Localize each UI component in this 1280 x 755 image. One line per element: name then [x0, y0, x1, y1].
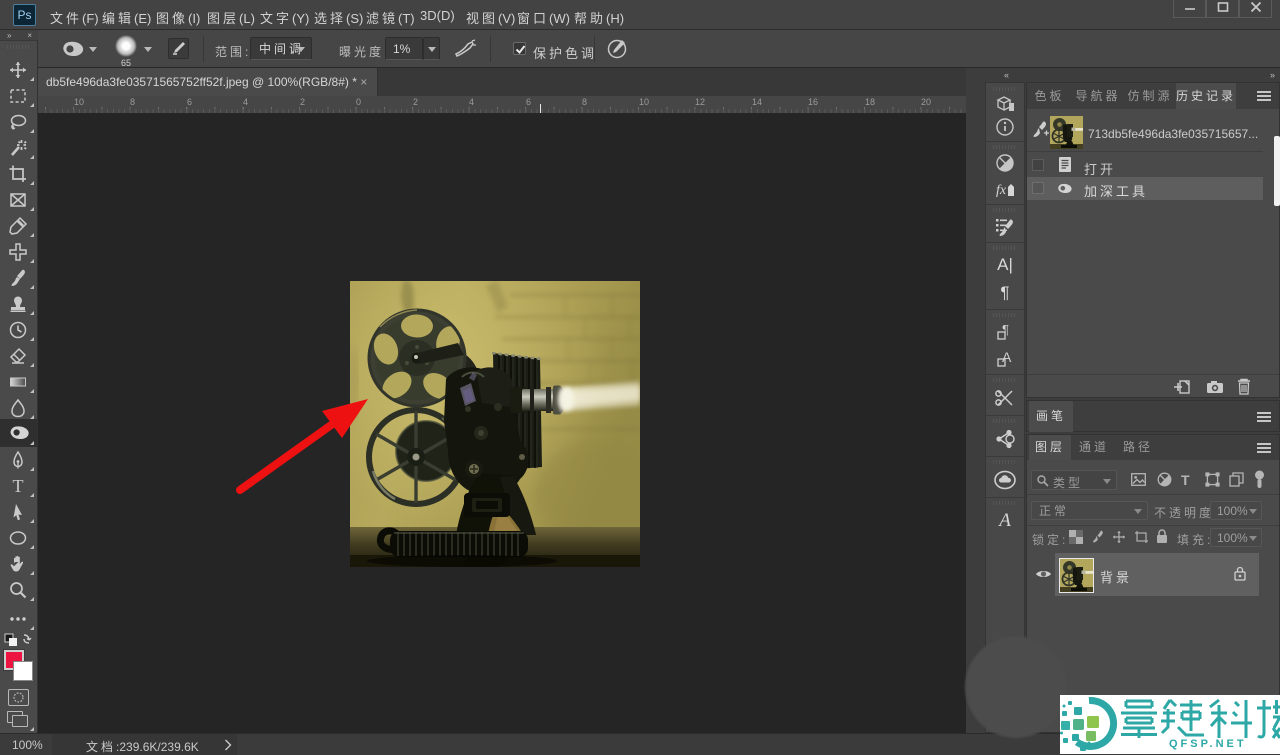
svg-text:QFSP.NET: QFSP.NET	[1169, 738, 1247, 750]
svg-text:T: T	[13, 476, 24, 496]
svg-text:A: A	[1002, 349, 1012, 365]
svg-text:fx: fx	[996, 183, 1007, 198]
